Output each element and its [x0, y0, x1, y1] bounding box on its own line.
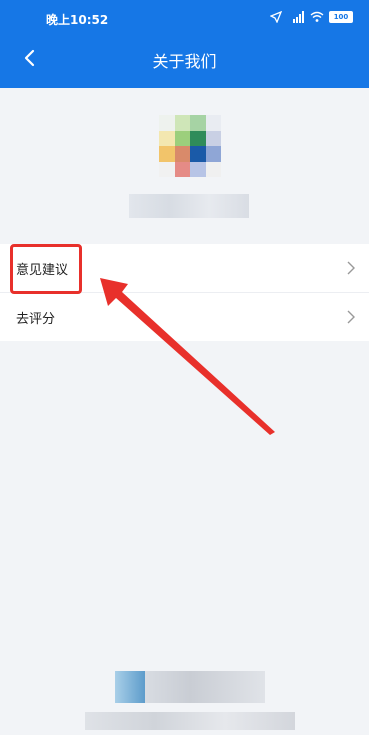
footer-logo-blurred: [115, 671, 265, 703]
annotation-arrow: [100, 278, 275, 435]
footer-text-blurred: [85, 712, 295, 730]
